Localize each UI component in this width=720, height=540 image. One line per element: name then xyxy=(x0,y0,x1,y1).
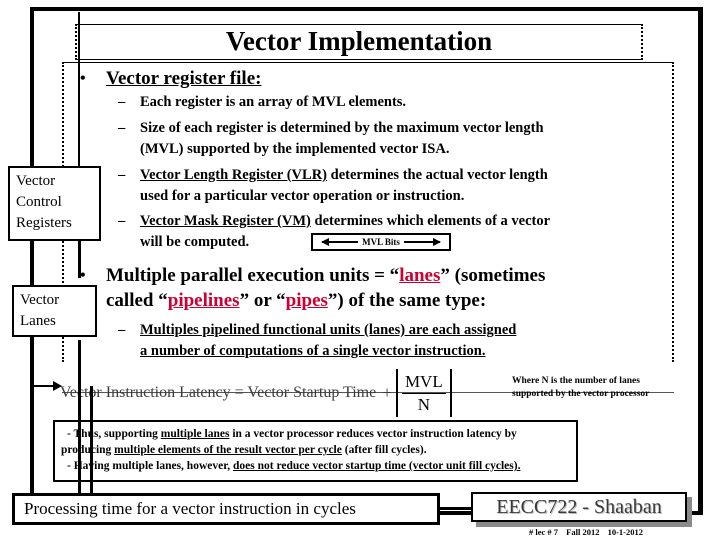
note-2-b: (after fill cycles). xyxy=(341,444,427,456)
notes-box: - Thus, supporting multiple lanes in a v… xyxy=(53,420,578,482)
sub-bullet-each-register: – Each register is an array of MVL eleme… xyxy=(118,92,407,113)
note-2-underlined: multiple elements of the result vector p… xyxy=(114,444,342,456)
course-badge: EECC722 - Shaaban xyxy=(471,492,687,522)
vcr-line1: Vector xyxy=(16,173,56,189)
processing-time-label: Processing time for a vector instruction… xyxy=(24,499,356,518)
note-2-a: producing xyxy=(61,444,115,456)
vl-line2: Lanes xyxy=(20,313,56,329)
bullet-multiple-parallel-units-line2: called “pipelines” or “pipes”) of the sa… xyxy=(106,288,545,313)
vm-term: Vector Mask Register (VM) xyxy=(140,213,311,229)
connector-line-middle xyxy=(78,240,81,278)
formula-arrow-icon xyxy=(30,381,62,391)
pipes-term: pipes xyxy=(285,290,328,311)
sub-bullet-vm-rest: determines which elements of a vector xyxy=(314,213,551,229)
sub-bullet-register-size-line1: Size of each register is determined by t… xyxy=(140,120,544,136)
note-1-underlined: multiple lanes xyxy=(160,428,230,440)
mvl-bits-label: MVL Bits xyxy=(362,237,400,247)
footer-date: 10-1-2012 xyxy=(607,527,643,537)
label-vector-lanes: Vector Lanes xyxy=(12,285,97,337)
sub-bullet-vm-line1: Vector Mask Register (VM) determines whi… xyxy=(140,211,550,232)
left-arrow-icon xyxy=(321,238,359,246)
where-n-note: Where N is the number of lanes supported… xyxy=(512,375,690,401)
mpu-line2-a: called “ xyxy=(106,290,168,311)
note-3-underlined: does not reduce vector startup time (vec… xyxy=(233,460,521,472)
connector-line-top xyxy=(78,12,80,172)
course-badge-label: EECC722 - Shaaban xyxy=(496,495,662,518)
page-title: Vector Implementation xyxy=(225,25,493,56)
formula-plus-sign: + xyxy=(382,383,392,402)
bullet-vector-register-file-label: Vector register file: xyxy=(106,68,262,89)
connector-line-bottom xyxy=(78,340,81,500)
connector-line-bottom-2 xyxy=(90,386,93,500)
dash-marker-icon: – xyxy=(118,322,126,338)
sub-bullet-register-size: – Size of each register is determined by… xyxy=(118,118,544,160)
fraction-numerator: MVL xyxy=(401,372,446,394)
note-line-3: - Having multiple lanes, however, does n… xyxy=(61,458,570,474)
sub-bullet-vlr-rest: determines the actual vector length xyxy=(330,167,548,183)
vector-instruction-latency-formula: Vector Instruction Latency = Vector Star… xyxy=(60,369,452,417)
sub-bullet-lanes-line1: Multiples pipelined functional units (la… xyxy=(140,322,517,338)
where-n-note-line2: supported by the vector processor xyxy=(512,389,650,399)
bullet-marker-icon: • xyxy=(80,70,86,87)
mpu-line2-c: ”) of the same type: xyxy=(327,290,487,311)
mvl-over-n-fraction: MVL N xyxy=(395,369,452,417)
mpu-line1-a: Multiple parallel execution units = “ xyxy=(106,265,400,286)
dash-marker-icon: – xyxy=(118,94,126,110)
mpu-line2-b: ” or “ xyxy=(239,290,286,311)
sub-bullet-each-register-line1: Each register is an array of MVL element… xyxy=(140,94,407,110)
dash-marker-icon: – xyxy=(118,213,126,229)
where-n-note-line1: Where N is the number of lanes xyxy=(512,376,640,386)
sub-bullet-register-size-line2: (MVL) supported by the implemented vecto… xyxy=(140,141,450,157)
bullet-multiple-parallel-units: • Multiple parallel execution units = “l… xyxy=(80,263,545,313)
pipelines-term: pipelines xyxy=(167,290,240,311)
dash-marker-icon: – xyxy=(118,120,126,136)
sub-bullet-vlr-line2: used for a particular vector operation o… xyxy=(140,188,465,204)
vl-line1: Vector xyxy=(20,292,60,308)
note-1-b: in a vector processor reduces vector ins… xyxy=(229,428,517,440)
dash-marker-icon: – xyxy=(118,167,126,183)
sub-bullet-vlr: – Vector Length Register (VLR) determine… xyxy=(118,165,548,207)
fraction-denominator: N xyxy=(417,394,430,414)
mpu-line1-b: ” (sometimes xyxy=(440,265,546,286)
label-vector-control-registers: Vector Control Registers xyxy=(8,166,101,241)
footer-meta: # lec # 7 Fall 2012 10-1-2012 xyxy=(478,527,694,537)
processing-time-caption: Processing time for a vector instruction… xyxy=(12,493,440,525)
sub-bullet-vlr-line1: Vector Length Register (VLR) determines … xyxy=(140,165,548,186)
bullet-vector-register-file: • Vector register file: xyxy=(80,68,262,90)
right-arrow-icon xyxy=(403,238,441,246)
note-line-2: producing multiple elements of the resul… xyxy=(61,442,570,458)
footer-lecture: # lec # 7 xyxy=(528,527,559,537)
slide-title-box: Vector Implementation xyxy=(75,24,643,60)
note-line-1: - Thus, supporting multiple lanes in a v… xyxy=(61,426,570,442)
vlr-term: Vector Length Register (VLR) xyxy=(140,167,327,183)
note-1-a: - Thus, supporting xyxy=(67,428,161,440)
mvl-bits-diagram: MVL Bits xyxy=(311,233,451,251)
formula-text: Vector Instruction Latency = Vector Star… xyxy=(60,384,377,401)
lanes-term: lanes xyxy=(399,265,441,286)
vcr-line3: Registers xyxy=(16,215,72,231)
footer-term: Fall 2012 xyxy=(566,527,600,537)
sub-bullet-multiple-lanes-assigned: – Multiples pipelined functional units (… xyxy=(118,320,517,362)
vcr-line2: Control xyxy=(16,194,62,210)
sub-bullet-lanes-line2: a number of computations of a single vec… xyxy=(140,343,486,359)
bullet-multiple-parallel-units-line1: Multiple parallel execution units = “lan… xyxy=(106,263,545,288)
